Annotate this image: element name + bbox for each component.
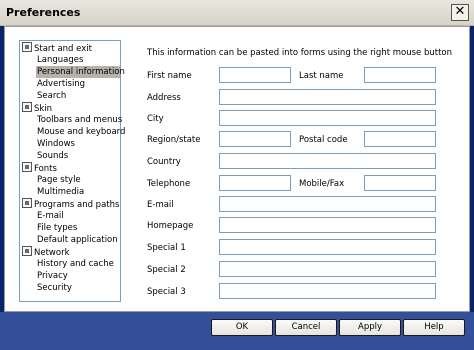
tree-item-network[interactable]: Network — [22, 246, 70, 258]
tree-item-label: Skin — [34, 104, 53, 114]
postal-code-field[interactable] — [364, 131, 436, 147]
special-2-field[interactable] — [219, 261, 436, 277]
special-3-label: Special 3 — [147, 287, 186, 297]
tree-item-personal-information[interactable]: Personal information — [36, 66, 125, 78]
telephone-field[interactable] — [219, 175, 291, 191]
country-field[interactable] — [219, 153, 436, 169]
tree-item-skin[interactable]: Skin — [22, 102, 52, 114]
info-text: This information can be pasted into form… — [147, 48, 453, 58]
tree-item-label: Network — [34, 248, 70, 258]
ok-button[interactable]: OK — [211, 319, 273, 336]
tree-item-label: Programs and paths — [34, 200, 120, 210]
tree-item-toolbars-and-menus[interactable]: Toolbars and menus — [36, 114, 122, 126]
email-label: E-mail — [147, 200, 174, 210]
address-label: Address — [147, 93, 181, 103]
special-1-field[interactable] — [219, 239, 436, 255]
last-name-label: Last name — [299, 71, 344, 81]
country-label: Country — [147, 157, 181, 167]
tree-item-default-application[interactable]: Default application — [36, 234, 120, 246]
close-icon: ✕ — [454, 4, 466, 19]
mobile-fax-field[interactable] — [364, 175, 436, 191]
email-field[interactable] — [219, 196, 436, 212]
tree-item-windows[interactable]: Windows — [36, 138, 120, 150]
network-icon — [22, 246, 32, 256]
first-name-field[interactable] — [219, 67, 291, 83]
settings-icon — [22, 42, 32, 52]
tree-item-security[interactable]: Security — [36, 282, 120, 294]
cancel-button[interactable]: Cancel — [275, 319, 337, 336]
region-label: Region/state — [147, 135, 201, 145]
address-field[interactable] — [219, 89, 436, 105]
help-button[interactable]: Help — [403, 319, 465, 336]
tree-item-label: Fonts — [34, 164, 57, 174]
programs-icon — [22, 198, 32, 208]
homepage-field[interactable] — [219, 217, 436, 233]
tree-item-search[interactable]: Search — [36, 90, 120, 102]
skin-icon — [22, 102, 32, 112]
first-name-label: First name — [147, 71, 192, 81]
tree-item-history-and-cache[interactable]: History and cache — [36, 258, 120, 270]
tree-item-sounds[interactable]: Sounds — [36, 150, 120, 162]
fonts-icon — [22, 162, 32, 172]
special-1-label: Special 1 — [147, 243, 186, 253]
category-tree[interactable]: Start and exit Languages Personal inform… — [19, 40, 125, 302]
special-2-label: Special 2 — [147, 265, 186, 275]
tree-item-start-and-exit[interactable]: Start and exit — [22, 42, 92, 54]
title-bar[interactable]: Preferences ✕ — [0, 0, 474, 26]
tree-item-multimedia[interactable]: Multimedia — [36, 186, 120, 198]
city-label: City — [147, 114, 164, 124]
preferences-window: Preferences ✕ Start and exit Languages P… — [0, 0, 474, 350]
tree-item-privacy[interactable]: Privacy — [36, 270, 120, 282]
region-field[interactable] — [219, 131, 291, 147]
tree-item-e-mail[interactable]: E-mail — [36, 210, 120, 222]
apply-button[interactable]: Apply — [339, 319, 401, 336]
tree-item-languages[interactable]: Languages — [36, 54, 120, 66]
tree-item-programs-and-paths[interactable]: Programs and paths — [22, 198, 119, 210]
tree-item-label: Start and exit — [34, 44, 92, 54]
close-button[interactable]: ✕ — [451, 4, 469, 21]
city-field[interactable] — [219, 110, 436, 126]
tree-item-fonts[interactable]: Fonts — [22, 162, 57, 174]
tree-item-page-style[interactable]: Page style — [36, 174, 120, 186]
mobile-fax-label: Mobile/Fax — [299, 179, 345, 189]
tree-item-mouse-and-keyboard[interactable]: Mouse and keyboard — [36, 126, 125, 138]
tree-item-advertising[interactable]: Advertising — [36, 78, 120, 90]
window-title: Preferences — [6, 6, 81, 19]
homepage-label: Homepage — [147, 221, 194, 231]
telephone-label: Telephone — [147, 179, 191, 189]
tree-item-file-types[interactable]: File types — [36, 222, 120, 234]
special-3-field[interactable] — [219, 283, 436, 299]
postal-code-label: Postal code — [299, 135, 348, 145]
last-name-field[interactable] — [364, 67, 436, 83]
